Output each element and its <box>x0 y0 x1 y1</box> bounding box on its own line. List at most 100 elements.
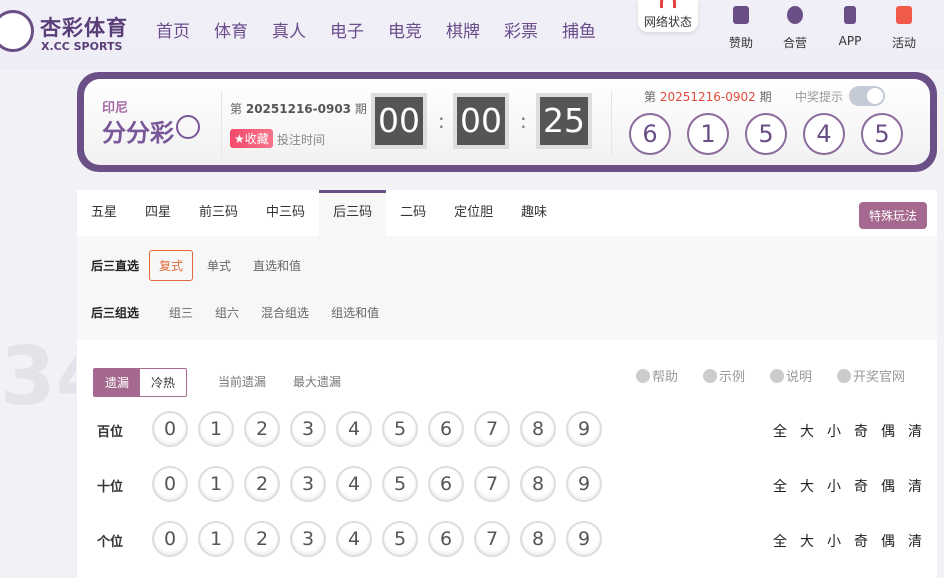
activity-link[interactable]: 活动 <box>884 6 924 51</box>
missing-toggle[interactable]: 遗漏 <box>94 369 141 396</box>
quick-select-button[interactable]: 清 <box>908 476 922 496</box>
digit-ball[interactable]: 7 <box>474 411 510 447</box>
nav-live[interactable]: 真人 <box>272 17 306 42</box>
digit-ball[interactable]: 5 <box>382 466 418 502</box>
tab-middle-three[interactable]: 中三码 <box>252 190 319 236</box>
quick-select-button[interactable]: 偶 <box>881 476 895 496</box>
digit-ball[interactable]: 1 <box>198 466 234 502</box>
digit-ball[interactable]: 2 <box>244 466 280 502</box>
stats-toggle: 遗漏 冷热 <box>93 368 188 397</box>
app-link[interactable]: APP <box>830 6 870 48</box>
quick-select-button[interactable]: 全 <box>773 531 787 551</box>
tab-five-star[interactable]: 五星 <box>77 190 131 236</box>
tab-back-three[interactable]: 后三码 <box>319 190 387 236</box>
nav-fishing[interactable]: 捕鱼 <box>562 17 596 42</box>
digit-ball[interactable]: 3 <box>290 521 326 557</box>
quick-select-button[interactable]: 偶 <box>881 421 895 441</box>
digit-ball[interactable]: 0 <box>152 521 188 557</box>
quick-select-button[interactable]: 全 <box>773 476 787 496</box>
divider <box>221 91 222 157</box>
digit-ball[interactable]: 8 <box>520 521 556 557</box>
quick-select-button[interactable]: 清 <box>908 531 922 551</box>
bet-time-label: 投注时间 <box>277 133 326 147</box>
quick-select-button[interactable]: 奇 <box>854 531 868 551</box>
last-issue: 第 20251216-0902 期 <box>644 90 772 104</box>
network-status-button[interactable]: 网络状态 <box>638 0 698 32</box>
tab-two[interactable]: 二码 <box>386 190 440 236</box>
official-site-link[interactable]: 开奖官网 <box>837 366 905 385</box>
nav-sports[interactable]: 体育 <box>214 17 248 42</box>
tab-fun[interactable]: 趣味 <box>507 190 561 236</box>
hotcold-toggle[interactable]: 冷热 <box>140 369 186 396</box>
digit-ball[interactable]: 2 <box>244 411 280 447</box>
digit-ball[interactable]: 4 <box>336 521 372 557</box>
option-group-three[interactable]: 组三 <box>169 304 193 321</box>
digit-ball[interactable]: 8 <box>520 466 556 502</box>
clock-icon <box>176 115 200 139</box>
digit-ball[interactable]: 5 <box>382 411 418 447</box>
digit-ball[interactable]: 9 <box>566 466 602 502</box>
quick-select-button[interactable]: 全 <box>773 421 787 441</box>
digit-ball[interactable]: 6 <box>428 521 464 557</box>
quick-select-button[interactable]: 大 <box>800 531 814 551</box>
digit-ball[interactable]: 0 <box>152 411 188 447</box>
nav-esports[interactable]: 电竞 <box>388 17 422 42</box>
digit-ball[interactable]: 4 <box>336 411 372 447</box>
top-header: 杏彩体育 X.CC SPORTS 首页 体育 真人 电子 电竞 棋牌 彩票 捕鱼… <box>0 0 944 70</box>
digit-ball[interactable]: 6 <box>428 411 464 447</box>
partner-link[interactable]: 合营 <box>775 6 815 51</box>
digit-ball[interactable]: 9 <box>566 521 602 557</box>
quick-select-button[interactable]: 清 <box>908 421 922 441</box>
option-compound[interactable]: 复式 <box>149 250 194 281</box>
quick-select-button[interactable]: 奇 <box>854 476 868 496</box>
favorite-button[interactable]: ★收藏 <box>230 129 273 148</box>
option-direct-sum[interactable]: 直选和值 <box>253 257 301 274</box>
question-icon <box>703 369 717 383</box>
tab-four-star[interactable]: 四星 <box>131 190 185 236</box>
digit-ball[interactable]: 5 <box>382 521 418 557</box>
nav-slots[interactable]: 电子 <box>330 17 364 42</box>
digit-ball[interactable]: 3 <box>290 466 326 502</box>
digit-ball[interactable]: 3 <box>290 411 326 447</box>
nav-cards[interactable]: 棋牌 <box>446 17 480 42</box>
digit-ball[interactable]: 6 <box>428 466 464 502</box>
current-issue: 第 20251216-0903 期 <box>230 102 367 116</box>
option-single[interactable]: 单式 <box>207 257 231 274</box>
digit-ball[interactable]: 7 <box>474 466 510 502</box>
countdown-minutes: 00 <box>453 93 509 149</box>
description-link[interactable]: 说明 <box>770 366 812 385</box>
digit-ball[interactable]: 0 <box>152 466 188 502</box>
position-label: 个位 <box>97 535 124 550</box>
quick-select-button[interactable]: 小 <box>827 421 841 441</box>
quick-select-button[interactable]: 大 <box>800 421 814 441</box>
digit-ball[interactable]: 1 <box>198 411 234 447</box>
quick-select-button[interactable]: 偶 <box>881 531 895 551</box>
digit-ball[interactable]: 7 <box>474 521 510 557</box>
quick-select-button[interactable]: 小 <box>827 531 841 551</box>
digit-ball[interactable]: 1 <box>198 521 234 557</box>
quick-select-button[interactable]: 大 <box>800 476 814 496</box>
logo-mark <box>0 10 34 52</box>
option-mixed-group[interactable]: 混合组选 <box>261 304 309 321</box>
result-ball: 6 <box>629 113 671 155</box>
lottery-name: 分分彩 <box>102 119 174 147</box>
quick-select-button[interactable]: 小 <box>827 476 841 496</box>
nav-home[interactable]: 首页 <box>156 17 190 42</box>
option-group-six[interactable]: 组六 <box>215 304 239 321</box>
option-group-sum[interactable]: 组选和值 <box>331 304 379 321</box>
tab-front-three[interactable]: 前三码 <box>185 190 252 236</box>
quick-select-button[interactable]: 奇 <box>854 421 868 441</box>
digit-ball[interactable]: 2 <box>244 521 280 557</box>
win-tip-toggle[interactable] <box>849 86 885 106</box>
digit-ball[interactable]: 9 <box>566 411 602 447</box>
win-tip-label: 中奖提示 <box>795 90 844 104</box>
help-link[interactable]: 帮助 <box>636 366 678 385</box>
special-play-button[interactable]: 特殊玩法 <box>858 202 927 229</box>
nav-lottery[interactable]: 彩票 <box>504 17 538 42</box>
digit-ball[interactable]: 8 <box>520 411 556 447</box>
tab-position[interactable]: 定位胆 <box>440 190 507 236</box>
digit-ball[interactable]: 4 <box>336 466 372 502</box>
sponsor-link[interactable]: 赞助 <box>721 6 761 51</box>
logo[interactable]: 杏彩体育 X.CC SPORTS <box>0 8 130 54</box>
example-link[interactable]: 示例 <box>703 366 745 385</box>
